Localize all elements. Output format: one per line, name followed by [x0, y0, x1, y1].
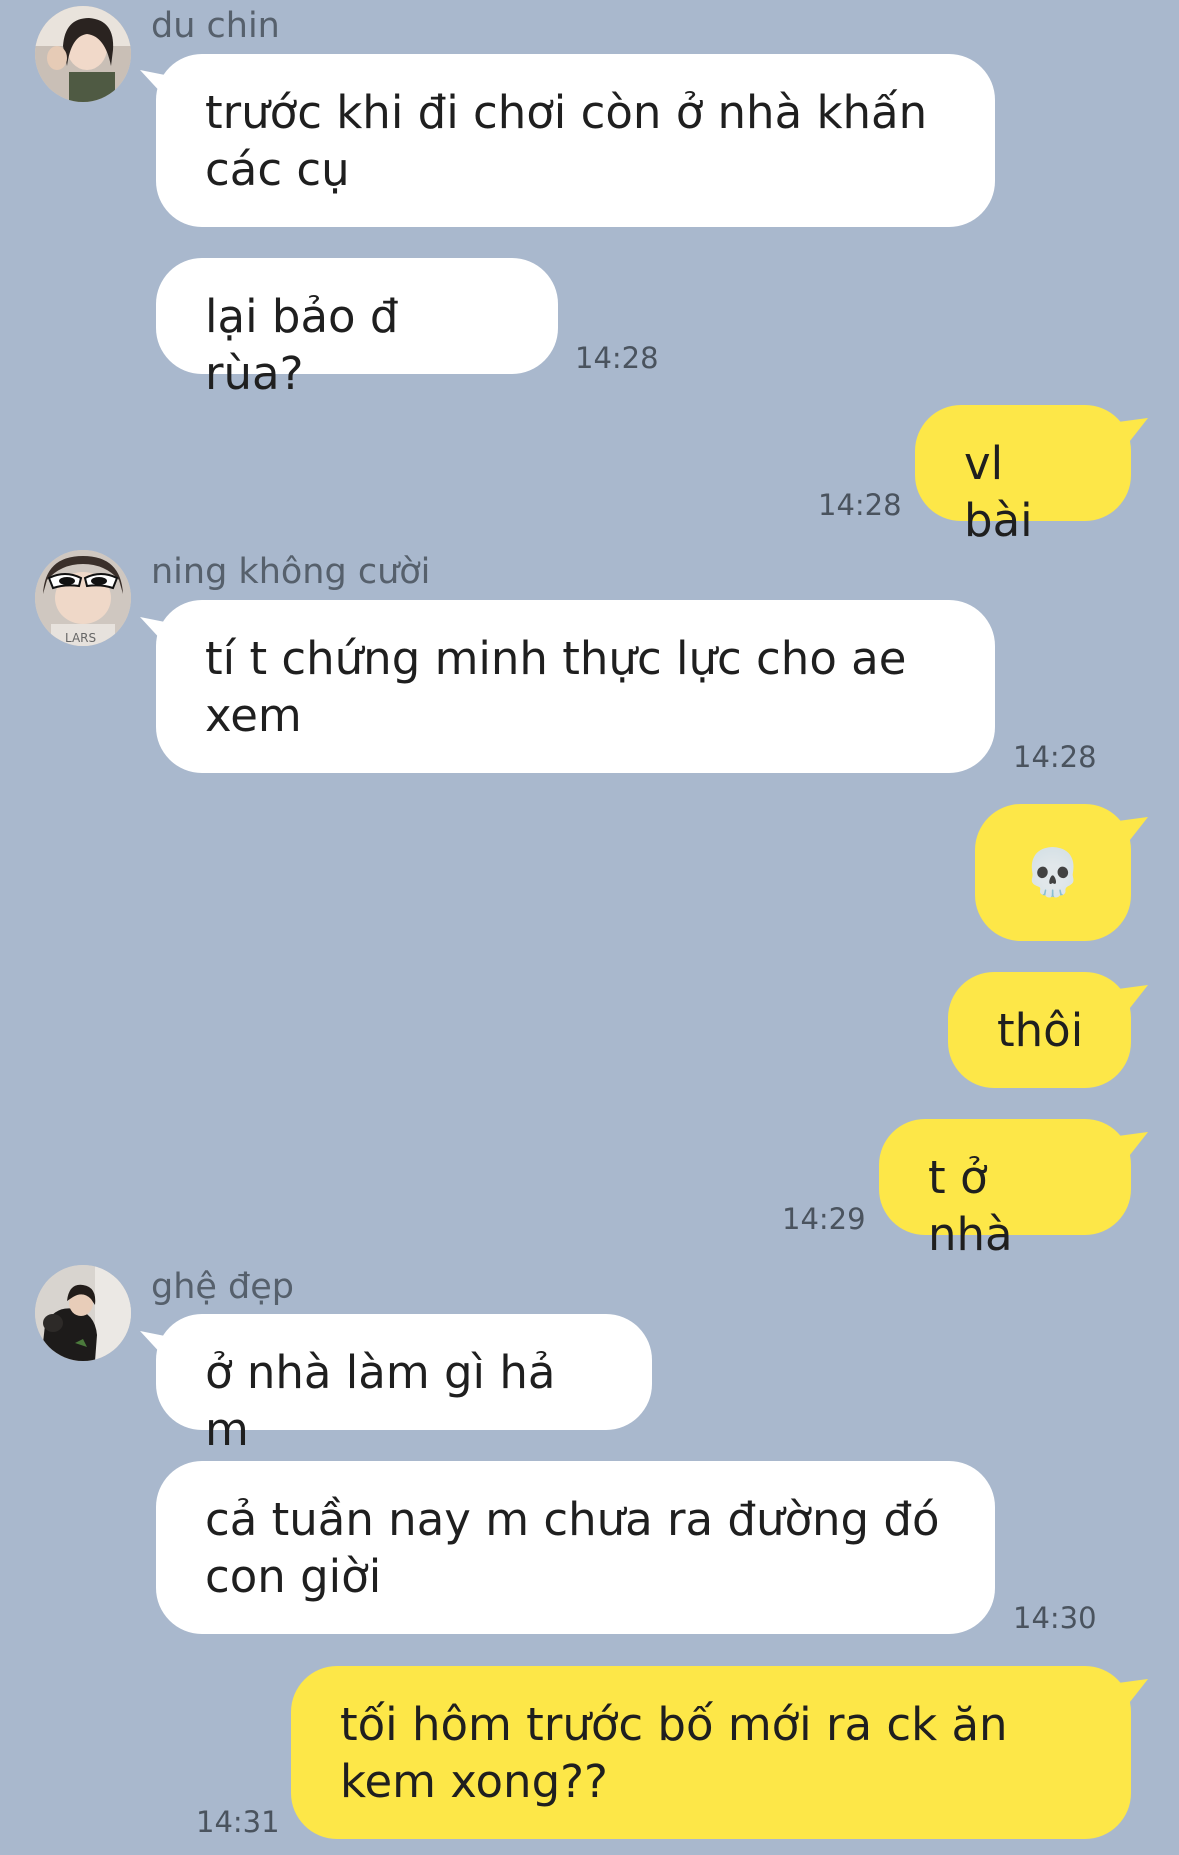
timestamp: 14:31: [196, 1805, 280, 1839]
message-text: ở nhà làm gì hả m: [205, 1346, 556, 1456]
message-bubble[interactable]: trước khi đi chơi còn ở nhà khấn các cụ: [156, 54, 995, 227]
message-bubble[interactable]: thôi: [948, 972, 1131, 1088]
message-text: t ở nhà: [928, 1151, 1013, 1261]
bubble-tail: [1118, 418, 1148, 446]
message-text: thôi: [997, 1004, 1084, 1057]
skull-icon: 💀: [1024, 845, 1082, 899]
message-bubble[interactable]: lại bảo đ rùa?: [156, 258, 558, 400]
timestamp: 14:28: [575, 341, 659, 375]
message-text: cả tuần nay m chưa ra đường đó con giời: [205, 1493, 940, 1603]
timestamp: 14:28: [818, 488, 902, 522]
message-text: vl bài: [964, 437, 1033, 547]
svg-text:LARS: LARS: [65, 631, 96, 645]
message-bubble[interactable]: tí t chứng minh thực lực cho ae xem: [156, 600, 995, 773]
sender-name: ghệ đẹp: [151, 1267, 295, 1307]
message-bubble[interactable]: t ở nhà: [879, 1119, 1131, 1261]
message-bubble[interactable]: tối hôm trước bố mới ra ck ăn kem xong??: [291, 1666, 1131, 1839]
message-text: tí t chứng minh thực lực cho ae xem: [205, 632, 907, 742]
avatar-ghe-dep[interactable]: [35, 1265, 131, 1361]
sender-name: du chin: [151, 6, 280, 46]
timestamp: 14:29: [782, 1202, 866, 1236]
avatar-photo-ghe-dep: [35, 1265, 131, 1361]
message-bubble[interactable]: cả tuần nay m chưa ra đường đó con giời: [156, 1461, 995, 1634]
avatar-ning[interactable]: LARS: [35, 550, 131, 646]
sender-name: ning không cười: [151, 552, 431, 592]
timestamp: 14:30: [1013, 1601, 1097, 1635]
avatar-photo-ning: LARS: [35, 550, 131, 646]
message-text: lại bảo đ rùa?: [205, 290, 399, 400]
avatar-du-chin[interactable]: [35, 6, 131, 102]
bubble-tail: [1118, 1679, 1148, 1707]
timestamp: 14:28: [1013, 740, 1097, 774]
avatar-photo-du-chin: [35, 6, 131, 102]
bubble-tail: [1118, 817, 1148, 845]
message-bubble[interactable]: ở nhà làm gì hả m: [156, 1314, 652, 1456]
bubble-tail: [1118, 1132, 1148, 1160]
bubble-tail: [1118, 985, 1148, 1013]
message-bubble[interactable]: vl bài: [915, 405, 1131, 547]
message-text: trước khi đi chơi còn ở nhà khấn các cụ: [205, 86, 928, 196]
message-bubble[interactable]: 💀: [975, 804, 1131, 941]
message-text: tối hôm trước bố mới ra ck ăn kem xong??: [340, 1698, 1008, 1808]
